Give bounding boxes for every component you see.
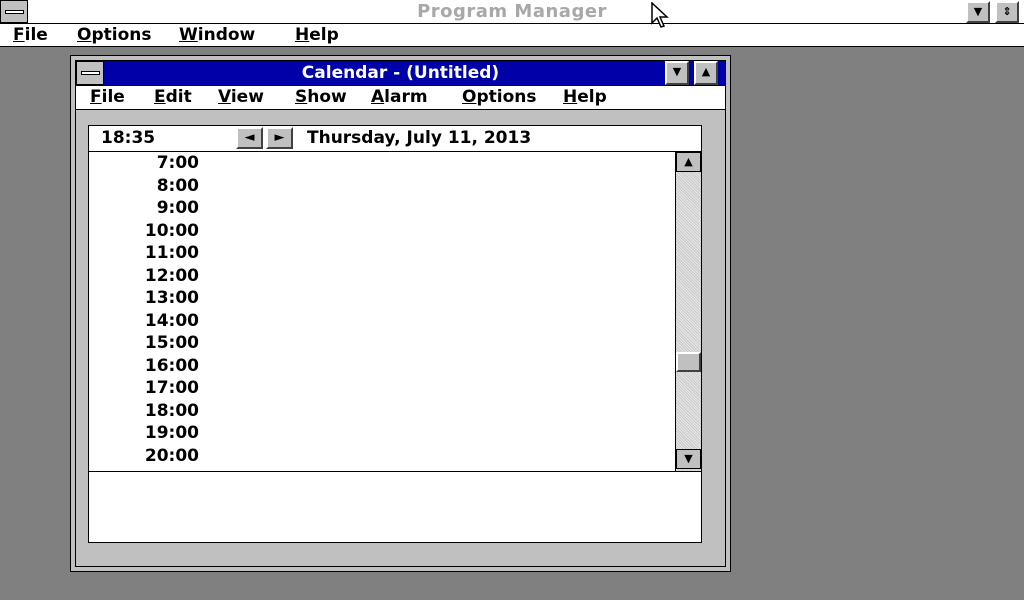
time-slot[interactable]: 19:00 <box>89 423 199 443</box>
menu-options[interactable]: Options <box>462 87 536 107</box>
menu-options[interactable]: Options <box>77 25 151 45</box>
menu-alarm[interactable]: Alarm <box>371 87 428 107</box>
menu-file[interactable]: File <box>90 87 125 107</box>
menu-help[interactable]: Help <box>563 87 607 107</box>
time-slot[interactable]: 18:00 <box>89 401 199 421</box>
scroll-thumb[interactable] <box>676 352 701 372</box>
calendar-menu-bar: File Edit View Show Alarm Options Help <box>76 86 725 110</box>
day-view: 18:35 ◄ ► Thursday, July 11, 2013 7:00 8:… <box>88 125 702 543</box>
scroll-up-icon[interactable]: ▲ <box>676 152 701 172</box>
calendar-window[interactable]: Calendar - (Untitled) ▼ ▲ File Edit View… <box>70 55 731 572</box>
time-slot[interactable]: 17:00 <box>89 378 199 398</box>
program-manager-menu-bar: File Options Window Help <box>0 24 1024 47</box>
maximize-icon[interactable]: ▲ <box>694 61 718 85</box>
program-manager-title-bar[interactable]: Program Manager ▼ ⇕ <box>0 0 1024 24</box>
time-slot[interactable]: 13:00 <box>89 288 199 308</box>
current-time: 18:35 <box>101 128 156 148</box>
restore-icon[interactable]: ⇕ <box>995 1 1019 23</box>
menu-file[interactable]: File <box>13 25 48 45</box>
time-slot[interactable]: 11:00 <box>89 243 199 263</box>
time-slot[interactable]: 7:00 <box>89 153 199 173</box>
time-slot[interactable]: 16:00 <box>89 356 199 376</box>
time-slot[interactable]: 14:00 <box>89 311 199 331</box>
time-slot[interactable]: 9:00 <box>89 198 199 218</box>
mouse-cursor-icon <box>651 2 669 28</box>
date-bar: 18:35 ◄ ► Thursday, July 11, 2013 <box>89 126 701 152</box>
time-slot[interactable]: 8:00 <box>89 176 199 196</box>
scroll-down-icon[interactable]: ▼ <box>676 449 701 469</box>
time-slot[interactable]: 10:00 <box>89 221 199 241</box>
current-date: Thursday, July 11, 2013 <box>307 128 532 148</box>
vertical-scrollbar[interactable]: ▲ ▼ <box>675 152 701 471</box>
menu-window[interactable]: Window <box>179 25 255 45</box>
calendar-title: Calendar - (Untitled) <box>301 63 500 83</box>
menu-help[interactable]: Help <box>295 25 339 45</box>
arrow-right-icon[interactable]: ► <box>266 127 293 149</box>
minimize-icon[interactable]: ▼ <box>966 1 990 23</box>
calendar-title-bar[interactable]: Calendar - (Untitled) ▼ ▲ <box>76 61 725 86</box>
appointment-list[interactable]: 7:00 8:00 9:00 10:00 11:00 12:00 13:00 14:00 15:… <box>89 152 675 471</box>
menu-edit[interactable]: Edit <box>154 87 192 107</box>
time-slot[interactable]: 12:00 <box>89 266 199 286</box>
arrow-left-icon[interactable]: ◄ <box>236 127 263 149</box>
program-manager-title: Program Manager <box>417 1 607 22</box>
menu-show[interactable]: Show <box>295 87 347 107</box>
time-slot[interactable]: 20:00 <box>89 446 199 466</box>
time-slot[interactable]: 15:00 <box>89 333 199 353</box>
minimize-icon[interactable]: ▼ <box>665 61 689 85</box>
notes-area[interactable] <box>89 471 701 542</box>
menu-view[interactable]: View <box>218 87 264 107</box>
